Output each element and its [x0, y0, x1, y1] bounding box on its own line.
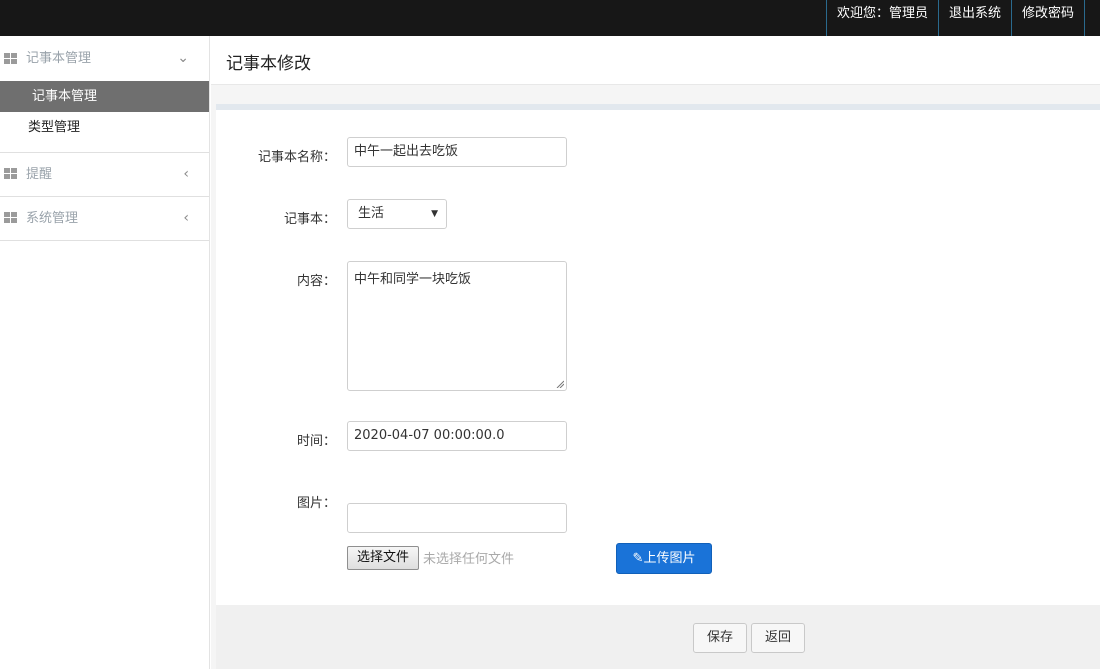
menu-group-notebook: 记事本管理 ⌄ 记事本管理 类型管理 — [0, 36, 209, 153]
grid-icon — [4, 212, 17, 223]
time-label: 时间： — [296, 434, 336, 449]
logout-link[interactable]: 退出系统 — [937, 0, 1011, 36]
notebook-select[interactable]: 生活 ▼ — [347, 199, 447, 229]
notebook-label: 记事本： — [283, 212, 336, 227]
image-path-input[interactable] — [347, 503, 567, 533]
sidebar-item-notebook-manage[interactable]: 记事本管理 — [0, 81, 209, 112]
resize-grip-icon[interactable] — [556, 380, 564, 388]
grid-icon — [4, 53, 17, 64]
pencil-icon: ✎ — [632, 551, 644, 566]
form-actions: 保存 返回 — [216, 605, 1100, 669]
choose-file-button[interactable]: 选择文件 — [347, 546, 419, 570]
content-label: 内容： — [296, 274, 336, 289]
upload-image-label: 上传图片 — [643, 551, 696, 566]
chevron-left-icon: ‹ — [183, 166, 189, 182]
no-file-text: 未选择任何文件 — [423, 552, 515, 567]
menu-group-reminder: 提醒 ‹ — [0, 153, 209, 197]
form-card: 记事本名称： 中午一起出去吃饭 记事本： 生活 ▼ 内容： 中午和同学一块吃饭 … — [216, 110, 1100, 669]
menu-label: 记事本管理 — [26, 51, 92, 66]
page-title: 记事本修改 — [226, 54, 311, 74]
notebook-select-value: 生活 — [358, 206, 385, 221]
sidebar-item-type-manage[interactable]: 类型管理 — [0, 112, 209, 143]
content-text: 中午和同学一块吃饭 — [354, 272, 472, 287]
top-links: 欢迎您：管理员 退出系统 修改密码 — [825, 0, 1085, 36]
change-password-link[interactable]: 修改密码 — [1010, 0, 1085, 36]
submenu: 记事本管理 类型管理 — [0, 81, 209, 152]
chevron-left-icon: ‹ — [183, 210, 189, 226]
top-bar: 欢迎您：管理员 退出系统 修改密码 — [0, 0, 1100, 36]
menu-label: 提醒 — [26, 167, 53, 182]
back-button[interactable]: 返回 — [751, 623, 805, 653]
main-content: 记事本修改 记事本名称： 中午一起出去吃饭 记事本： 生活 ▼ 内容： 中午和同… — [211, 36, 1100, 669]
sidebar: 记事本管理 ⌄ 记事本管理 类型管理 提醒 ‹ 系统管理 ‹ — [0, 36, 210, 669]
save-button[interactable]: 保存 — [693, 623, 747, 653]
menu-head-reminder[interactable]: 提醒 ‹ — [0, 153, 209, 196]
menu-head-notebook[interactable]: 记事本管理 ⌄ — [0, 36, 209, 81]
name-label: 记事本名称： — [257, 150, 336, 165]
menu-head-system[interactable]: 系统管理 ‹ — [0, 197, 209, 240]
content-textarea[interactable]: 中午和同学一块吃饭 — [347, 261, 567, 391]
name-input[interactable]: 中午一起出去吃饭 — [347, 137, 567, 167]
image-label: 图片： — [296, 496, 336, 511]
menu-group-system: 系统管理 ‹ — [0, 197, 209, 241]
time-input[interactable]: 2020-04-07 00:00:00.0 — [347, 421, 567, 451]
welcome-text: 欢迎您：管理员 — [825, 0, 938, 36]
upload-image-button[interactable]: ✎上传图片 — [616, 543, 712, 574]
dropdown-arrow-icon: ▼ — [431, 209, 438, 219]
page-header: 记事本修改 — [211, 36, 1100, 85]
menu-label: 系统管理 — [26, 211, 79, 226]
grid-icon — [4, 168, 17, 179]
chevron-down-icon: ⌄ — [177, 50, 189, 66]
